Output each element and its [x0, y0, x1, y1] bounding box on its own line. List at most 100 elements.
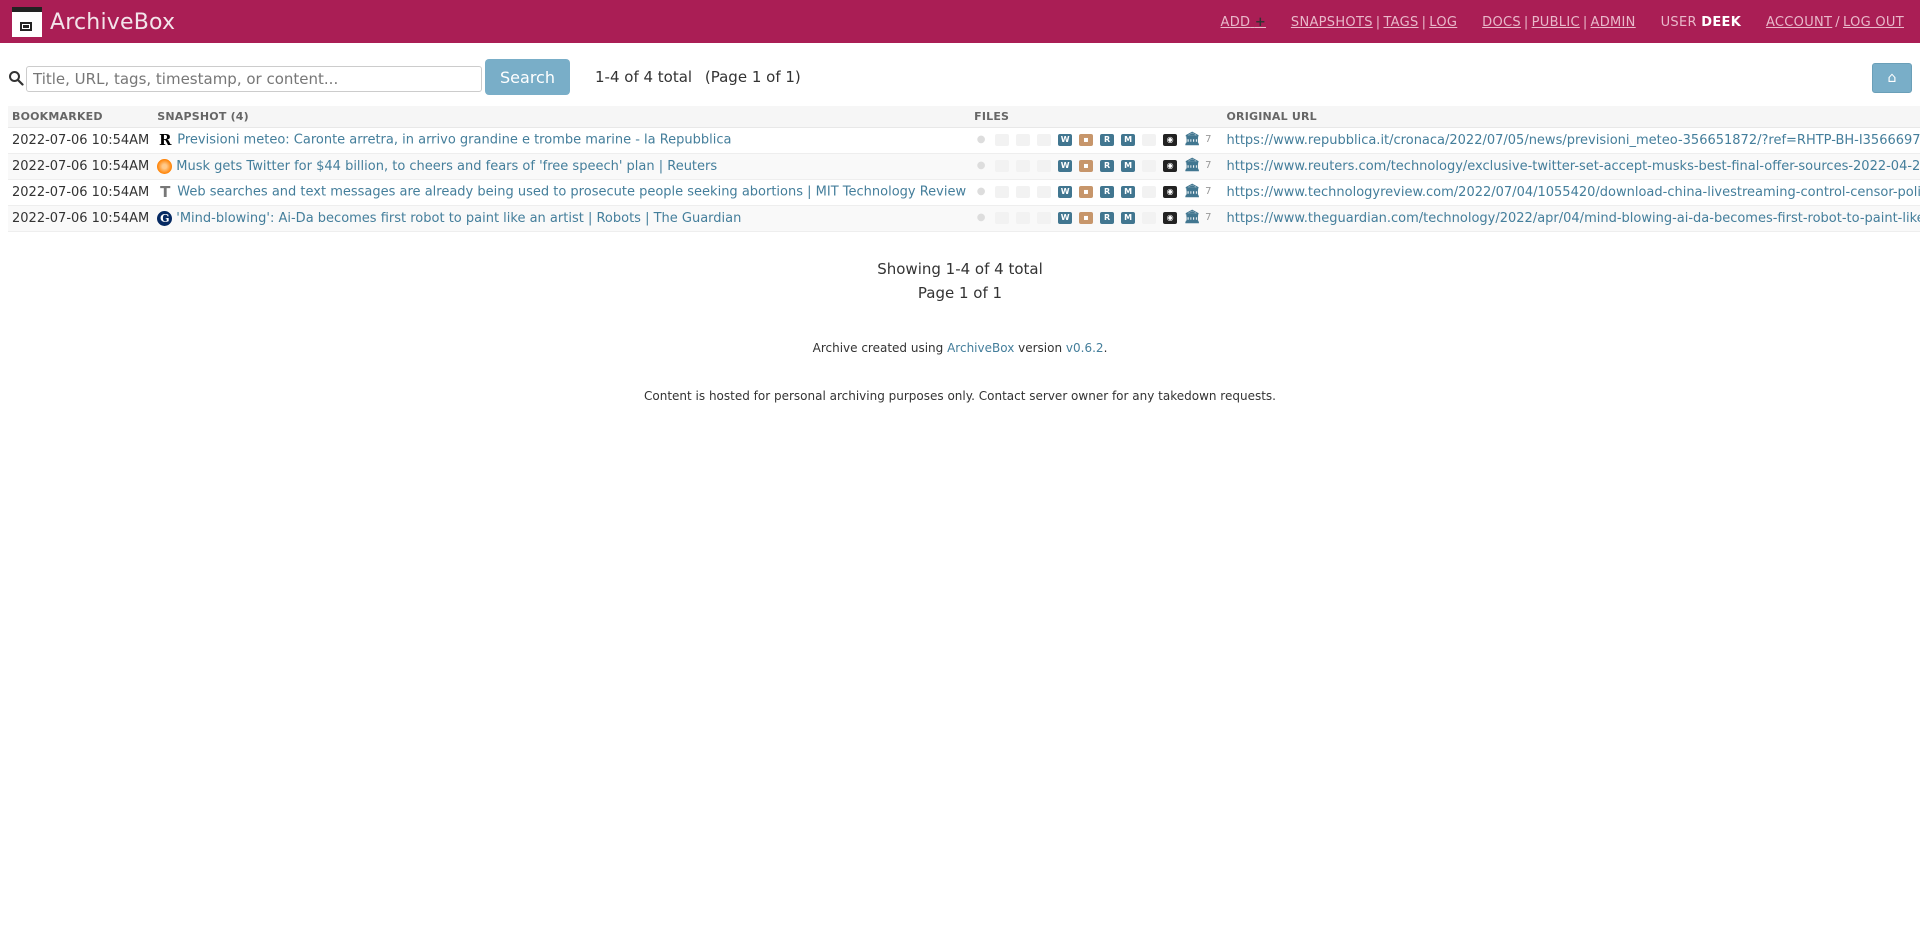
- search-button[interactable]: Search: [485, 59, 570, 95]
- nav-separator: |: [1375, 15, 1381, 30]
- empty-file-icon[interactable]: [995, 134, 1010, 146]
- readability-file-icon[interactable]: R: [1100, 160, 1115, 172]
- original-url-link[interactable]: https://www.reuters.com/technology/exclu…: [1226, 159, 1920, 174]
- empty-file-icon[interactable]: [1016, 186, 1031, 198]
- snapshot-title-link[interactable]: 'Mind-blowing': Ai-Da becomes first robo…: [176, 211, 741, 226]
- home-icon: ⌂: [1887, 70, 1897, 86]
- mercury-file-icon[interactable]: M: [1121, 186, 1136, 198]
- singlefile-box-icon[interactable]: ▪: [1079, 160, 1094, 172]
- singlefile-box-icon[interactable]: ▪: [1079, 186, 1094, 198]
- nav-snapshots-link[interactable]: Snapshots: [1291, 15, 1373, 30]
- files-count[interactable]: 7: [1205, 160, 1211, 172]
- brand-link[interactable]: ArchiveBox: [12, 7, 175, 37]
- column-header-bookmarked[interactable]: Bookmarked: [8, 106, 154, 128]
- readability-file-icon[interactable]: R: [1100, 186, 1115, 198]
- table-row[interactable]: 2022-07-06 10:54AM G 'Mind-blowing': Ai-D…: [8, 205, 1920, 232]
- mercury-file-icon[interactable]: M: [1121, 212, 1136, 224]
- nav-add-link[interactable]: Add +: [1221, 15, 1266, 30]
- empty-file-icon[interactable]: [995, 186, 1010, 198]
- credits-middle: version: [1018, 341, 1063, 355]
- wget-file-icon[interactable]: W: [1058, 160, 1073, 172]
- warc-file-icon[interactable]: ◉: [1163, 212, 1178, 224]
- archive-org-icon[interactable]: 🏛: [1184, 211, 1201, 224]
- empty-file-icon[interactable]: [1142, 134, 1157, 146]
- table-row[interactable]: 2022-07-06 10:54AM R Previsioni meteo: Ca…: [8, 127, 1920, 154]
- readability-file-icon[interactable]: R: [1100, 212, 1115, 224]
- nav-separator: |: [1523, 15, 1529, 30]
- nav-logout-link[interactable]: Log out: [1843, 15, 1904, 30]
- empty-file-icon[interactable]: [1037, 134, 1052, 146]
- files-count[interactable]: 7: [1205, 186, 1211, 198]
- empty-file-icon[interactable]: [1037, 212, 1052, 224]
- snapshot-table: Bookmarked Snapshot (4) Files Original U…: [8, 106, 1920, 232]
- empty-file-icon[interactable]: [1142, 186, 1157, 198]
- original-url-link[interactable]: https://www.repubblica.it/cronaca/2022/0…: [1226, 133, 1920, 148]
- favicon-file-icon[interactable]: ●: [974, 212, 988, 224]
- wget-file-icon[interactable]: W: [1058, 134, 1073, 146]
- nav-public-link[interactable]: Public: [1532, 15, 1580, 30]
- repubblica-favicon-icon: R: [159, 131, 172, 149]
- result-page-info: (Page 1 of 1): [704, 68, 801, 86]
- files-count[interactable]: 7: [1205, 134, 1211, 146]
- warc-file-icon[interactable]: ◉: [1163, 134, 1178, 146]
- bookmarked-date: 2022-07-06 10:54AM: [8, 127, 154, 154]
- table-row[interactable]: 2022-07-06 10:54AM T Web searches and tex…: [8, 179, 1920, 206]
- home-button[interactable]: ⌂: [1872, 63, 1912, 93]
- column-header-snapshot[interactable]: Snapshot (4): [153, 106, 971, 128]
- top-header: ArchiveBox Add + Snapshots | Tags | Log Docs…: [0, 0, 1920, 43]
- nav-account-link[interactable]: Account: [1766, 15, 1832, 30]
- bookmarked-date: 2022-07-06 10:54AM: [8, 153, 154, 180]
- warc-file-icon[interactable]: ◉: [1163, 160, 1178, 172]
- archive-org-icon[interactable]: 🏛: [1184, 133, 1201, 146]
- original-url-link[interactable]: https://www.technologyreview.com/2022/07…: [1226, 185, 1920, 200]
- wget-file-icon[interactable]: W: [1058, 212, 1073, 224]
- snapshot-cell: R Previsioni meteo: Caronte arretra, in a…: [153, 127, 971, 154]
- favicon-file-icon[interactable]: ●: [974, 134, 988, 146]
- mercury-file-icon[interactable]: M: [1121, 160, 1136, 172]
- files-count[interactable]: 7: [1205, 212, 1211, 224]
- empty-file-icon[interactable]: [995, 160, 1010, 172]
- mercury-file-icon[interactable]: M: [1121, 134, 1136, 146]
- nav-tags-link[interactable]: Tags: [1383, 15, 1418, 30]
- wget-file-icon[interactable]: W: [1058, 186, 1073, 198]
- column-header-files[interactable]: Files: [970, 106, 1223, 128]
- favicon-file-icon[interactable]: ●: [974, 186, 988, 198]
- empty-file-icon[interactable]: [1037, 186, 1052, 198]
- warc-file-icon[interactable]: ◉: [1163, 186, 1178, 198]
- search-icon: [9, 71, 24, 86]
- empty-file-icon[interactable]: [1142, 160, 1157, 172]
- column-header-original-url[interactable]: Original URL: [1222, 106, 1920, 128]
- readability-file-icon[interactable]: R: [1100, 134, 1115, 146]
- original-url-link[interactable]: https://www.theguardian.com/technology/2…: [1226, 211, 1920, 226]
- archivebox-link[interactable]: ArchiveBox: [947, 341, 1014, 355]
- empty-file-icon[interactable]: [1037, 160, 1052, 172]
- singlefile-box-icon[interactable]: ▪: [1079, 212, 1094, 224]
- snapshot-cell: T Web searches and text messages are alre…: [153, 179, 971, 206]
- table-row[interactable]: 2022-07-06 10:54AM Musk gets Twitter for…: [8, 153, 1920, 180]
- version-link[interactable]: v0.6.2: [1066, 341, 1104, 355]
- archive-org-icon[interactable]: 🏛: [1184, 185, 1201, 198]
- favicon-file-icon[interactable]: ●: [974, 160, 988, 172]
- snapshot-title-link[interactable]: Musk gets Twitter for $44 billion, to ch…: [176, 159, 717, 174]
- credits-prefix: Archive created using: [812, 341, 944, 355]
- nav-docs-link[interactable]: Docs: [1482, 15, 1521, 30]
- archive-org-icon[interactable]: 🏛: [1184, 159, 1201, 172]
- bookmarked-date: 2022-07-06 10:54AM: [8, 205, 154, 232]
- search-input[interactable]: [26, 66, 482, 92]
- files-cell: ● W ▪ R M ◉ 🏛 7: [970, 205, 1223, 232]
- original-url-cell: https://www.theguardian.com/technology/2…: [1222, 205, 1920, 232]
- nav-log-link[interactable]: Log: [1429, 15, 1457, 30]
- empty-file-icon[interactable]: [1016, 160, 1031, 172]
- original-url-cell: https://www.reuters.com/technology/exclu…: [1222, 153, 1920, 180]
- nav-admin-link[interactable]: Admin: [1591, 15, 1636, 30]
- snapshot-title-link[interactable]: Web searches and text messages are alrea…: [177, 185, 966, 200]
- empty-file-icon[interactable]: [1016, 134, 1031, 146]
- pagination-showing: Showing 1-4 of 4 total: [877, 260, 1043, 278]
- snapshot-title-link[interactable]: Previsioni meteo: Caronte arretra, in ar…: [177, 133, 731, 148]
- empty-file-icon[interactable]: [995, 212, 1010, 224]
- empty-file-icon[interactable]: [1142, 212, 1157, 224]
- user-name: deek: [1701, 15, 1742, 30]
- empty-file-icon[interactable]: [1016, 212, 1031, 224]
- nav-separator: |: [1582, 15, 1588, 30]
- singlefile-box-icon[interactable]: ▪: [1079, 134, 1094, 146]
